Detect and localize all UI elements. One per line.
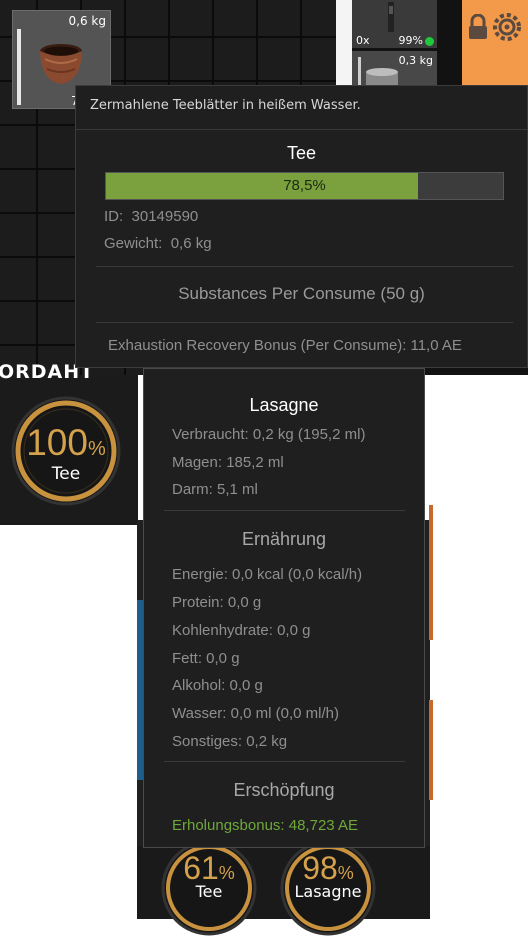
item-name: Tee (286, 143, 317, 163)
alcohol-row: Alkohol: 0,0 g (172, 677, 263, 694)
item-id: ID: 30149590 (104, 208, 199, 225)
item-description: Zermahlene Teeblätter in heißem Wasser. (90, 98, 361, 113)
divider (96, 266, 513, 267)
stomach-gauge-lasagne[interactable]: 98% Lasagne (278, 838, 378, 938)
condition-bar (17, 29, 21, 105)
intestine-row: Darm: 5,1 ml (172, 481, 258, 498)
divider (96, 322, 513, 323)
item-weight: 0,6 kg (68, 14, 106, 28)
item-count: 0x (356, 34, 370, 47)
gear-icon[interactable] (492, 12, 522, 42)
protein-row: Protein: 0,0 g (172, 594, 262, 611)
item-weight: Gewicht: 0,6 kg (104, 235, 212, 252)
divider (164, 761, 405, 762)
fat-row: Fett: 0,0 g (172, 650, 240, 667)
food-tooltip: Lasagne Verbraucht: 0,2 kg (195,2 ml) Ma… (143, 368, 425, 848)
lock-icon (469, 14, 487, 39)
item-tooltip: Zermahlene Teeblätter in heißem Wasser. … (75, 85, 528, 368)
other-row: Sonstiges: 0,2 kg (172, 733, 288, 750)
locked-slot[interactable] (462, 0, 528, 95)
bottle-icon (388, 2, 394, 32)
stomach-row: Magen: 185,2 ml (172, 454, 284, 471)
gauge-label: Tee (51, 464, 81, 484)
condition-bar: 78,5% (105, 172, 504, 200)
background-detail (429, 505, 433, 640)
background-detail (429, 700, 433, 800)
water-row: Wasser: 0,0 ml (0,0 ml/h) (172, 705, 339, 722)
divider (164, 510, 405, 511)
consumed-row: Verbraucht: 0,2 kg (195,2 ml) (172, 426, 366, 443)
gauge-label: Lasagne (294, 882, 362, 901)
energy-row: Energie: 0,0 kcal (0,0 kcal/h) (172, 566, 363, 583)
carbs-row: Kohlenhydrate: 0,0 g (172, 622, 311, 639)
item-weight: 0,3 kg (398, 54, 433, 67)
food-name: Lasagne (249, 395, 319, 415)
condition-text: 78,5% (283, 177, 326, 194)
exhaustion-bonus: Exhaustion Recovery Bonus (Per Consume):… (108, 337, 462, 354)
panel-gap (336, 0, 352, 95)
bowl-icon (40, 44, 82, 84)
stomach-gauge-tee-small[interactable]: 61% Tee (159, 838, 259, 938)
item-condition: 99% (398, 34, 423, 47)
gauge-label: Tee (195, 882, 223, 901)
substances-heading: Substances Per Consume (50 g) (178, 284, 425, 303)
gauge-percent: 100% (26, 422, 106, 463)
gauge-row: 61% Tee 98% Lasagne (137, 840, 430, 936)
stomach-panel: ORDAHT 100% Tee (0, 361, 138, 525)
nutrition-heading: Ernährung (241, 529, 327, 549)
status-dot-icon (425, 37, 434, 46)
inventory-slot-bottle[interactable]: 0x 99% (352, 0, 437, 48)
divider (76, 129, 527, 130)
stomach-gauge-tee[interactable]: 100% Tee (9, 394, 123, 508)
recovery-bonus-row: Erholungsbonus: 48,723 AE (172, 817, 358, 834)
exhaustion-heading: Erschöpfung (233, 780, 335, 800)
